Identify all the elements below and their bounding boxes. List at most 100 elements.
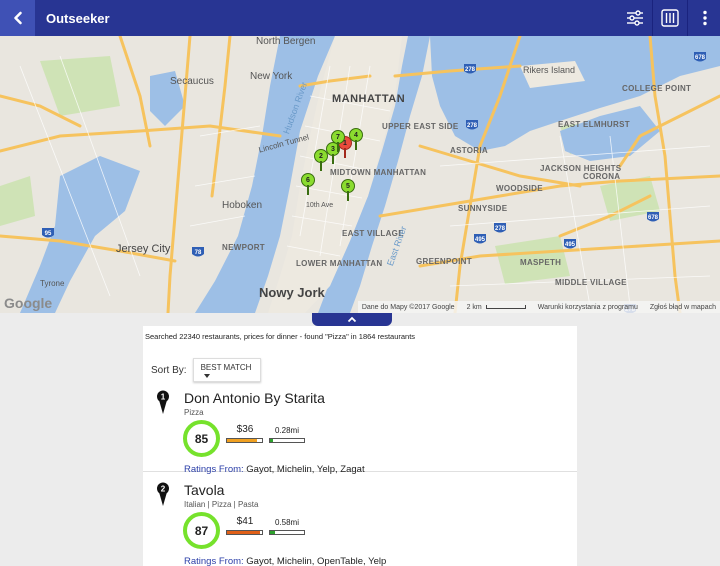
price-level-fill <box>227 531 261 534</box>
map-marker[interactable]: 7 <box>331 130 345 152</box>
map-label: New York <box>250 71 293 82</box>
map-label: MIDTOWN MANHATTAN <box>330 168 427 177</box>
map-label: EAST ELMHURST <box>558 120 630 129</box>
overflow-menu-button[interactable] <box>690 3 720 33</box>
price-level-bar <box>226 438 263 443</box>
map-label: Nowy Jork <box>259 285 325 300</box>
distance-value: 0.58mi <box>274 518 299 527</box>
map-label: UPPER EAST SIDE <box>382 122 459 131</box>
search-summary: Searched 22340 restaurants, prices for d… <box>145 332 416 341</box>
map-label: Secaucus <box>170 76 214 87</box>
toolbar-divider <box>687 0 688 36</box>
more-vert-icon <box>703 10 707 26</box>
ratings-label: Ratings From: <box>184 556 244 566</box>
map-scale-label: 2 km <box>466 303 482 311</box>
map-label: NEWPORT <box>222 243 265 252</box>
map-label: GREENPOINT <box>416 257 472 266</box>
map-label: LOWER MANHATTAN <box>296 259 383 268</box>
map-attribution-bar: Dane do Mapy ©2017 Google 2 km Warunki k… <box>357 301 720 313</box>
sort-dropdown[interactable]: BEST MATCH <box>192 358 261 382</box>
restaurant-utensils-icon <box>661 9 679 27</box>
svg-text:278: 278 <box>467 123 478 129</box>
map-marker-tail <box>320 161 322 171</box>
distance-level-fill <box>270 531 276 534</box>
google-logo: Google <box>4 295 53 311</box>
map-marker-tail <box>355 140 357 150</box>
map-label: WOODSIDE <box>496 184 543 193</box>
map-label: Jersey City <box>116 243 171 255</box>
results-panel: Searched 22340 restaurants, prices for d… <box>143 326 577 566</box>
sort-label: Sort By: <box>151 364 187 376</box>
svg-text:278: 278 <box>465 67 476 73</box>
map-data-credit: Dane do Mapy ©2017 Google <box>361 303 455 311</box>
svg-text:278: 278 <box>495 226 506 232</box>
app-title: Outseeker <box>46 10 110 26</box>
rank-number: 1 <box>161 393 166 402</box>
rank-pin-icon: 2 <box>157 482 169 506</box>
restaurant-name[interactable]: Tavola <box>184 482 224 498</box>
map-report-error-link[interactable]: Zgłoś błąd w mapach <box>650 304 716 311</box>
map-marker-tail <box>307 185 309 195</box>
map-label: ASTORIA <box>450 146 488 155</box>
filter-button[interactable] <box>620 3 650 33</box>
map-label: North Bergen <box>256 36 316 47</box>
map-label: COLLEGE POINT <box>622 84 692 93</box>
distance-level-bar <box>269 530 305 535</box>
map-label: MANHATTAN <box>332 93 406 105</box>
map-marker-tail <box>337 142 339 152</box>
svg-text:495: 495 <box>565 242 576 248</box>
rank-pin-icon: 1 <box>157 390 169 414</box>
svg-text:678: 678 <box>695 55 706 61</box>
restaurant-name[interactable]: Don Antonio By Starita <box>184 390 325 406</box>
map-label: SUNNYSIDE <box>458 204 508 213</box>
scale-bar <box>485 304 526 309</box>
score-badge: 85 <box>183 420 220 457</box>
svg-text:495: 495 <box>475 237 486 243</box>
sort-control: Sort By: BEST MATCH <box>151 358 261 382</box>
map-label: MIDDLE VILLAGE <box>555 278 627 287</box>
ratings-list: Gayot, Michelin, OpenTable, Yelp <box>246 556 387 566</box>
distance-value: 0.28mi <box>274 426 299 435</box>
restaurant-button[interactable] <box>655 3 685 33</box>
map-terms-link[interactable]: Warunki korzystania z programu <box>538 304 638 311</box>
map-label: CORONA <box>583 172 621 181</box>
distance-level-bar <box>269 438 305 443</box>
sort-dropdown-value: BEST MATCH <box>200 363 252 372</box>
app-root: Outseeker 278 278 678 278 495 495 95 78 … <box>0 0 720 566</box>
map-scale: 2 km <box>467 304 526 311</box>
top-app-bar: Outseeker <box>0 0 720 36</box>
ratings-sources: Ratings From: Gayot, Michelin, OpenTable… <box>184 556 386 566</box>
caret-down-icon <box>203 374 210 378</box>
restaurant-category: Pizza <box>184 408 204 417</box>
svg-text:78: 78 <box>195 250 202 256</box>
restaurant-category: Italian | Pizza | Pasta <box>184 500 259 509</box>
map-marker-tail <box>347 191 349 201</box>
map-label: Hoboken <box>222 200 263 211</box>
price-value: $36 <box>236 424 254 435</box>
price-value: $41 <box>236 516 254 527</box>
map-label: Tyrone <box>40 279 65 288</box>
score-badge: 87 <box>183 512 220 549</box>
svg-text:678: 678 <box>648 215 659 221</box>
chevron-up-icon <box>347 316 357 323</box>
result-item[interactable]: 2 Tavola Italian | Pizza | Pasta 87 $41 … <box>143 472 577 566</box>
result-item[interactable]: 1 Don Antonio By Starita Pizza 85 $36 0.… <box>143 380 577 475</box>
map-marker-tail <box>332 154 334 164</box>
price-level-bar <box>226 530 263 535</box>
filter-sliders-icon <box>627 10 643 26</box>
back-button[interactable] <box>0 0 35 36</box>
map-label: Rikers Island <box>523 65 576 75</box>
map-label: MASPETH <box>520 258 562 267</box>
price-level-fill <box>227 439 257 442</box>
map-marker[interactable]: 6 <box>301 173 315 195</box>
map-marker[interactable]: 5 <box>341 179 355 201</box>
distance-level-fill <box>270 439 273 442</box>
map-label: 10th Ave <box>306 202 334 209</box>
toolbar-divider <box>652 0 653 36</box>
map-marker[interactable]: 4 <box>349 128 363 150</box>
map-collapse-button[interactable] <box>312 313 392 326</box>
back-arrow-icon <box>13 11 22 25</box>
toolbar-actions <box>620 0 720 36</box>
map-view[interactable]: 278 278 678 278 495 495 95 78 678 278 No… <box>0 36 720 313</box>
rank-number: 2 <box>161 485 166 494</box>
